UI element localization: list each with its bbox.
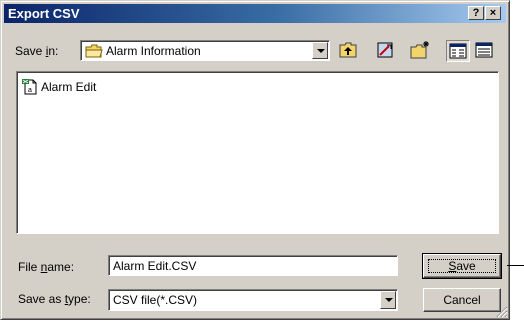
file-list[interactable]: a Alarm Edit (16, 71, 499, 234)
help-button[interactable]: ? (468, 6, 484, 20)
title-bar[interactable]: Export CSV ? × (4, 4, 506, 23)
up-one-level-icon (339, 42, 357, 58)
save-in-label: Save in: (15, 44, 59, 58)
dialog-title: Export CSV (8, 6, 80, 21)
file-icon: a (22, 79, 37, 95)
folder-icon (85, 44, 103, 58)
save-button-label: Save (448, 259, 476, 273)
save-as-type-combo[interactable]: CSV file(*.CSV) (108, 289, 398, 311)
favorites-icon (377, 42, 393, 58)
details-view-icon (475, 42, 493, 58)
save-button[interactable]: Save (422, 253, 502, 279)
details-view-button[interactable] (473, 40, 497, 62)
save-in-dropdown-arrow[interactable] (312, 42, 328, 59)
save-in-combo[interactable]: Alarm Information (80, 40, 330, 61)
save-as-type-label: Save as type: (18, 292, 91, 306)
save-as-type-dropdown-arrow[interactable] (380, 291, 396, 309)
file-name-input[interactable] (108, 255, 398, 276)
list-view-icon (449, 43, 467, 59)
file-name-text: Alarm Edit (41, 80, 97, 94)
close-button[interactable]: × (485, 6, 501, 20)
cancel-button[interactable]: Cancel (423, 288, 501, 312)
save-as-type-value: CSV file(*.CSV) (113, 293, 198, 307)
export-csv-dialog: Export CSV ? × Save in: Alarm Informatio… (0, 0, 510, 320)
callout-line (507, 265, 524, 266)
file-name-label: File name: (18, 260, 75, 274)
favorites-button[interactable] (374, 40, 398, 62)
create-new-folder-button[interactable] (409, 40, 433, 62)
up-one-level-button[interactable] (337, 40, 361, 62)
list-view-button[interactable] (446, 40, 470, 62)
resize-grip-icon[interactable] (496, 306, 508, 318)
svg-text:a: a (28, 87, 32, 94)
create-new-folder-icon (410, 41, 429, 59)
save-in-value: Alarm Information (106, 44, 201, 58)
